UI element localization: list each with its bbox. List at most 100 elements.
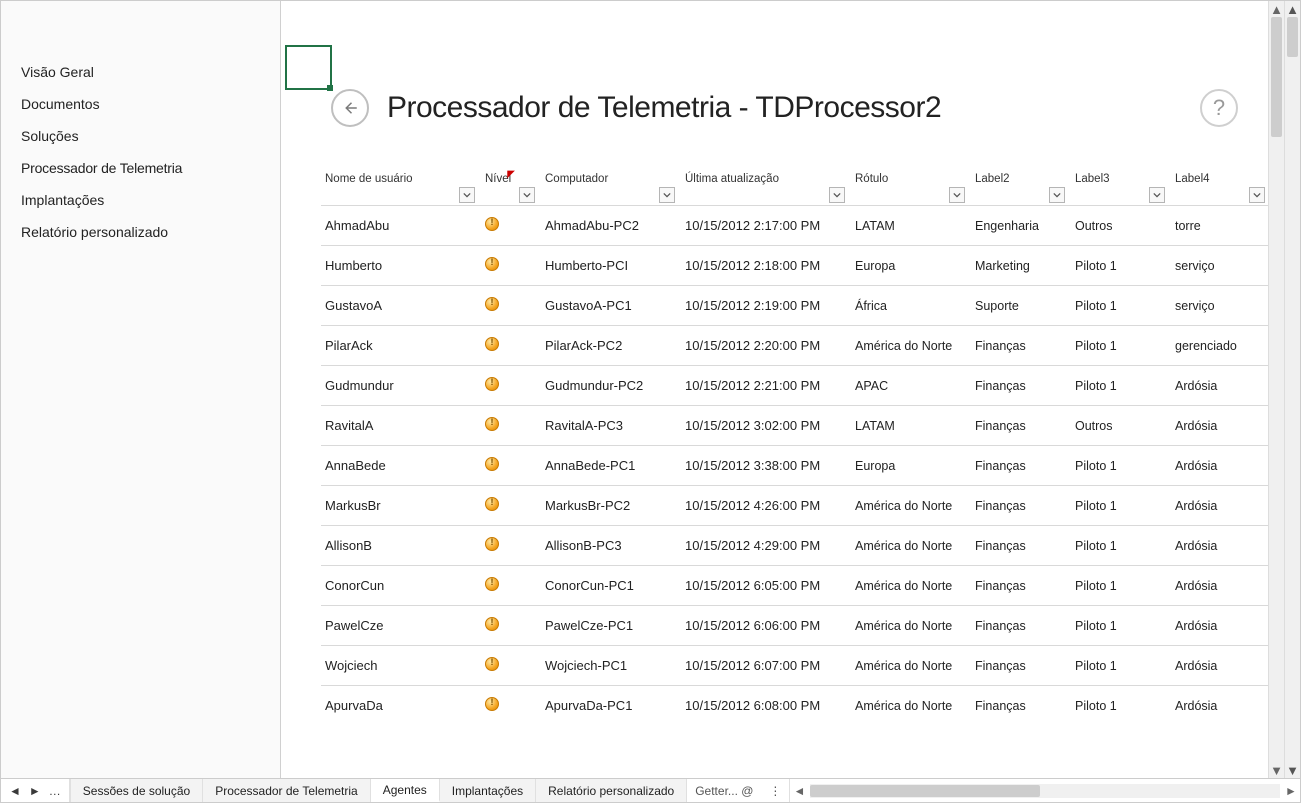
- cell-computer[interactable]: AnnaBede-PC1: [541, 446, 681, 486]
- scroll-track[interactable]: [1269, 17, 1284, 762]
- table-row[interactable]: PawelCzePawelCze-PC110/15/2012 6:06:00 P…: [321, 606, 1268, 646]
- sheet-tab[interactable]: Processador de Telemetria: [203, 779, 371, 802]
- cell-label4: torre: [1171, 206, 1268, 246]
- sidebar-item-telemetry-processor[interactable]: Processador de Telemetria: [1, 152, 280, 184]
- outer-vertical-scrollbar[interactable]: ▲ ▼: [1284, 1, 1300, 778]
- table-row[interactable]: PilarAckPilarAck-PC210/15/2012 2:20:00 P…: [321, 326, 1268, 366]
- table-row[interactable]: ConorCunConorCun-PC110/15/2012 6:05:00 P…: [321, 566, 1268, 606]
- cell-computer[interactable]: ApurvaDa-PC1: [541, 686, 681, 726]
- cell-user[interactable]: Gudmundur: [321, 366, 481, 406]
- scroll-up-icon[interactable]: ▲: [1269, 1, 1284, 17]
- help-button[interactable]: ?: [1200, 89, 1238, 127]
- scroll-thumb[interactable]: [1287, 17, 1298, 57]
- cell-computer[interactable]: Gudmundur-PC2: [541, 366, 681, 406]
- cell-computer[interactable]: Wojciech-PC1: [541, 646, 681, 686]
- cell-label4: Ardósia: [1171, 446, 1268, 486]
- cell-user[interactable]: AllisonB: [321, 526, 481, 566]
- table-row[interactable]: GustavoAGustavoA-PC110/15/2012 2:19:00 P…: [321, 286, 1268, 326]
- cell-user[interactable]: RavitalA: [321, 406, 481, 446]
- filter-button-level[interactable]: [519, 187, 535, 203]
- cell-computer[interactable]: MarkusBr-PC2: [541, 486, 681, 526]
- scroll-thumb[interactable]: [810, 785, 1040, 797]
- cell-user[interactable]: ConorCun: [321, 566, 481, 606]
- scroll-up-icon[interactable]: ▲: [1285, 1, 1300, 17]
- cell-user[interactable]: GustavoA: [321, 286, 481, 326]
- cell-user[interactable]: AhmadAbu: [321, 206, 481, 246]
- sidebar-item-custom-report[interactable]: Relatório personalizado: [1, 216, 280, 248]
- cell-computer[interactable]: PawelCze-PC1: [541, 606, 681, 646]
- cell-level: [481, 246, 541, 286]
- filter-button-rotulo[interactable]: [949, 187, 965, 203]
- sheet-nav-next-icon[interactable]: ►: [27, 784, 43, 798]
- scroll-left-icon[interactable]: ◄: [790, 779, 808, 802]
- table-row[interactable]: ApurvaDaApurvaDa-PC110/15/2012 6:08:00 P…: [321, 686, 1268, 726]
- cell-user[interactable]: PilarAck: [321, 326, 481, 366]
- table-row[interactable]: AnnaBedeAnnaBede-PC110/15/2012 3:38:00 P…: [321, 446, 1268, 486]
- cell-computer[interactable]: PilarAck-PC2: [541, 326, 681, 366]
- table-row[interactable]: HumbertoHumberto-PCI10/15/2012 2:18:00 P…: [321, 246, 1268, 286]
- col-header-updated-label: Última atualização: [685, 173, 779, 185]
- sheet-tab[interactable]: Sessões de solução: [70, 779, 203, 802]
- scroll-down-icon[interactable]: ▼: [1285, 762, 1300, 778]
- table-row[interactable]: AllisonBAllisonB-PC310/15/2012 4:29:00 P…: [321, 526, 1268, 566]
- sheet-nav-prev-icon[interactable]: ◄: [7, 784, 23, 798]
- table-row[interactable]: AhmadAbuAhmadAbu-PC210/15/2012 2:17:00 P…: [321, 206, 1268, 246]
- horizontal-scrollbar[interactable]: ◄ ►: [789, 779, 1300, 802]
- cell-computer[interactable]: ConorCun-PC1: [541, 566, 681, 606]
- filter-button-user[interactable]: [459, 187, 475, 203]
- cell-computer[interactable]: AllisonB-PC3: [541, 526, 681, 566]
- sheet-tab[interactable]: Implantações: [440, 779, 536, 802]
- scroll-thumb[interactable]: [1271, 17, 1282, 137]
- sidebar-item-documents[interactable]: Documentos: [1, 88, 280, 120]
- warning-icon: [485, 617, 499, 631]
- sheet-nav-controls: ◄ ► …: [1, 779, 70, 802]
- cell-label2: Finanças: [971, 646, 1071, 686]
- scroll-right-icon[interactable]: ►: [1282, 779, 1300, 802]
- filter-button-computer[interactable]: [659, 187, 675, 203]
- back-button[interactable]: [331, 89, 369, 127]
- selected-cell-indicator[interactable]: [285, 45, 332, 90]
- warning-icon: [485, 697, 499, 711]
- cell-user[interactable]: PawelCze: [321, 606, 481, 646]
- chevron-down-icon: [463, 191, 471, 199]
- sheet-tab-menu-icon[interactable]: ⋮: [761, 779, 789, 802]
- scroll-down-icon[interactable]: ▼: [1269, 762, 1284, 778]
- cell-label2: Finanças: [971, 406, 1071, 446]
- sidebar-item-overview[interactable]: Visão Geral: [1, 56, 280, 88]
- cell-user[interactable]: ApurvaDa: [321, 686, 481, 726]
- cell-level: [481, 286, 541, 326]
- filter-button-label2[interactable]: [1049, 187, 1065, 203]
- table-row[interactable]: WojciechWojciech-PC110/15/2012 6:07:00 P…: [321, 646, 1268, 686]
- scroll-track[interactable]: [1285, 17, 1300, 762]
- cell-computer[interactable]: Humberto-PCI: [541, 246, 681, 286]
- table-row[interactable]: GudmundurGudmundur-PC210/15/2012 2:21:00…: [321, 366, 1268, 406]
- chevron-down-icon: [663, 191, 671, 199]
- comment-indicator-icon: ◤: [507, 169, 515, 180]
- cell-computer[interactable]: AhmadAbu-PC2: [541, 206, 681, 246]
- inner-vertical-scrollbar[interactable]: ▲ ▼: [1268, 1, 1284, 778]
- cell-computer[interactable]: GustavoA-PC1: [541, 286, 681, 326]
- warning-icon: [485, 297, 499, 311]
- sidebar-item-deployments[interactable]: Implantações: [1, 184, 280, 216]
- cell-user[interactable]: Wojciech: [321, 646, 481, 686]
- chevron-down-icon: [523, 191, 531, 199]
- scroll-track[interactable]: [810, 784, 1280, 798]
- cell-rotulo: APAC: [851, 366, 971, 406]
- filter-button-label4[interactable]: [1249, 187, 1265, 203]
- table-row[interactable]: RavitalARavitalA-PC310/15/2012 3:02:00 P…: [321, 406, 1268, 446]
- table-header-row: Nome de usuário Nível ◤: [321, 167, 1268, 206]
- sheet-tab-extra[interactable]: Getter... @: [687, 779, 761, 802]
- filter-button-updated[interactable]: [829, 187, 845, 203]
- sheet-tab[interactable]: Agentes: [371, 779, 440, 802]
- cell-user[interactable]: MarkusBr: [321, 486, 481, 526]
- cell-computer[interactable]: RavitalA-PC3: [541, 406, 681, 446]
- cell-user[interactable]: Humberto: [321, 246, 481, 286]
- cell-user[interactable]: AnnaBede: [321, 446, 481, 486]
- sheet-tab[interactable]: Relatório personalizado: [536, 779, 687, 802]
- cell-level: [481, 406, 541, 446]
- table-row[interactable]: MarkusBrMarkusBr-PC210/15/2012 4:26:00 P…: [321, 486, 1268, 526]
- sidebar-item-solutions[interactable]: Soluções: [1, 120, 280, 152]
- filter-button-label3[interactable]: [1149, 187, 1165, 203]
- sheet-tab-bar: ◄ ► … Sessões de soluçãoProcessador de T…: [1, 778, 1300, 802]
- sheet-nav-more-icon[interactable]: …: [47, 784, 63, 798]
